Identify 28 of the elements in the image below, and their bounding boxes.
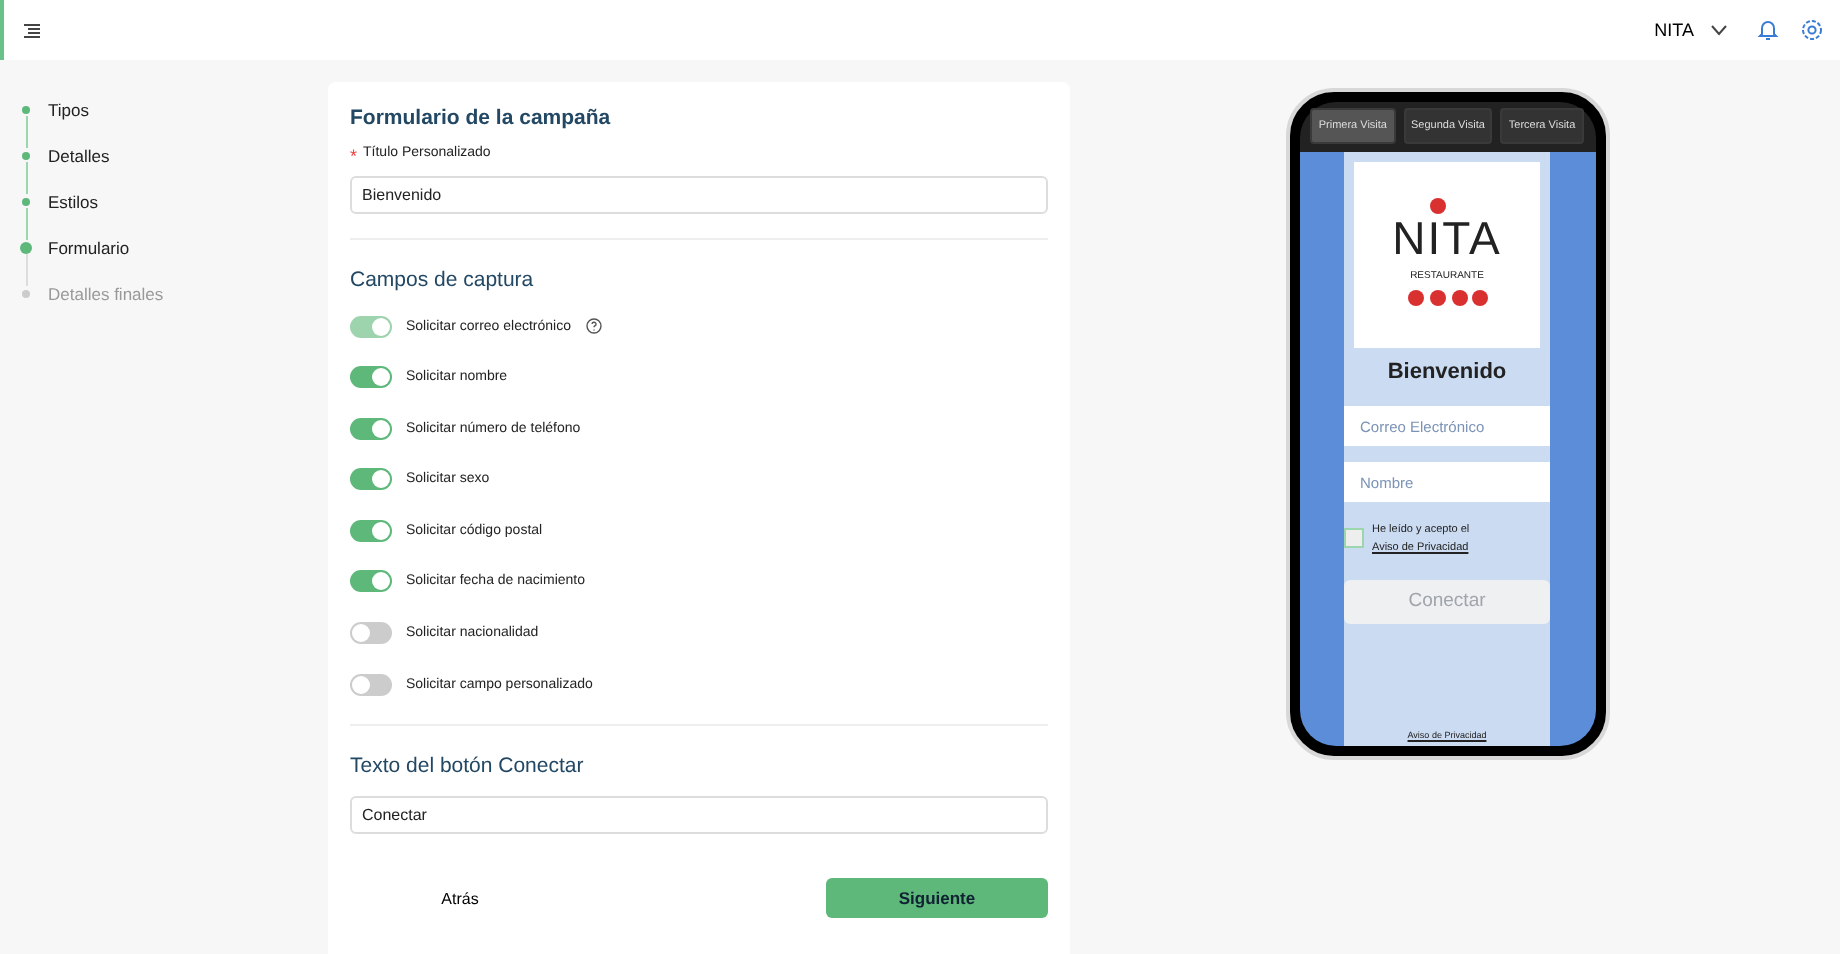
toggle-switch[interactable] — [350, 366, 392, 389]
next-button[interactable]: Siguiente — [826, 878, 1048, 919]
toggle-switch[interactable] — [350, 468, 392, 491]
title-input[interactable]: Bienvenido — [350, 176, 1048, 214]
step-label[interactable]: Detalles — [48, 145, 110, 165]
step-label[interactable]: Formulario — [48, 237, 130, 257]
consent-checkbox[interactable] — [1344, 528, 1364, 548]
logo-name: NITA — [1392, 212, 1502, 264]
toggle-switch[interactable] — [350, 519, 392, 542]
dots-icon — [1407, 290, 1487, 306]
bell-icon[interactable] — [1756, 18, 1780, 42]
logo-dot-icon — [1430, 198, 1447, 214]
section-heading: Texto del botón Conectar — [350, 754, 586, 779]
settings-icon[interactable] — [1800, 18, 1824, 42]
toggle-switch[interactable] — [350, 417, 392, 440]
step-label[interactable]: Estilos — [48, 191, 99, 211]
form-title: Formulario de la campaña — [350, 106, 613, 130]
back-button[interactable]: Atrás — [350, 887, 570, 910]
toggle-switch[interactable] — [350, 673, 392, 696]
menu-icon[interactable] — [24, 23, 40, 37]
button-text-input[interactable]: Conectar — [350, 796, 1048, 835]
step-label[interactable]: Tipos — [48, 99, 89, 119]
account-menu[interactable]: NITA — [1654, 20, 1694, 40]
section-heading: Campos de captura — [350, 268, 536, 292]
required-mark: * — [350, 146, 358, 166]
toggle-switch[interactable] — [350, 570, 392, 593]
preview-heading: Bienvenido — [1387, 360, 1507, 384]
toggle-switch[interactable] — [350, 622, 392, 645]
